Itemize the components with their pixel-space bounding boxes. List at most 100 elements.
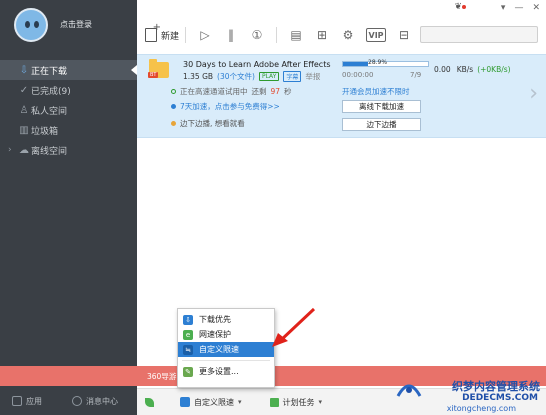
scheduled-task-label: 计划任务 [282, 397, 315, 407]
speed-unit: KB/s [456, 65, 474, 74]
sidebar-item-trash[interactable]: ▥ 垃圾箱 [0, 120, 137, 140]
sidebar-footer: 应用 消息中心 [0, 386, 137, 415]
task-size: 1.35 GB [183, 72, 214, 81]
avatar[interactable] [14, 8, 48, 42]
menu-item-label: 下载优先 [199, 315, 231, 324]
offline-accel-button[interactable]: 离线下载加速 [342, 100, 421, 113]
expand-caret-icon[interactable]: › [8, 145, 12, 155]
speed-limit-icon [180, 397, 190, 407]
speed-limit-label: 自定义限速 [194, 397, 234, 407]
person-icon: ♙ [19, 104, 29, 116]
apps-button[interactable]: 应用 [12, 396, 42, 407]
free-accel-text: 7天加速，点击参与免费得>> [180, 102, 280, 111]
toolbar: 新建 ▷ ‖ ① ▤ ⊞ ⚙ VIP ⊟ [137, 22, 546, 48]
pieces-count: 7/9 [410, 71, 422, 79]
chevron-right-icon[interactable]: › [529, 81, 538, 106]
promo-text: 360导游 [147, 371, 177, 381]
accel-status-text: 正在高速通道试用中 [180, 87, 248, 96]
menu-item-network-protect[interactable]: e 网速保护 [178, 327, 274, 342]
speed-readout: 0.00 KB/s (+0KB/s) [434, 65, 511, 74]
title-bar: ❦ ▾ — ✕ [137, 0, 546, 16]
sidebar-bottom: 应用 消息中心 [0, 387, 137, 415]
stream-dot-icon [171, 121, 176, 126]
message-icon [72, 396, 82, 406]
cloud-icon: ☁ [19, 144, 29, 156]
clipboard-icon[interactable]: ▤ [288, 27, 304, 43]
speed-bonus: (+0KB/s) [477, 65, 511, 74]
progress-fill [343, 62, 368, 66]
play-tag[interactable]: PLAY [258, 72, 280, 81]
search-input[interactable] [420, 26, 538, 43]
chevron-down-icon: ▾ [238, 398, 242, 406]
profile-area: 点击登录 [0, 0, 137, 60]
settings-icon[interactable]: ⚙ [340, 27, 356, 43]
one-icon[interactable]: ① [249, 27, 265, 43]
new-task-button[interactable]: 新建 [145, 22, 180, 42]
sidebar-item-label: 垃圾箱 [31, 126, 59, 137]
bt-badge: BT [148, 72, 159, 78]
apps-icon [12, 396, 22, 406]
pause-icon[interactable]: ‖ [223, 27, 239, 43]
delete-icon[interactable]: ⊟ [396, 27, 412, 43]
status-bar: 自定义限速 ▾ 计划任务 ▾ [137, 388, 546, 415]
download-task-row[interactable]: BT 30 Days to Learn Adobe After Effects … [137, 54, 546, 138]
menu-item-label: 自定义限速 [199, 345, 239, 354]
free-accel-promo[interactable]: 7天加速，点击参与免费得>> [171, 101, 280, 112]
notification-dot [462, 5, 466, 9]
member-accel-link[interactable]: 开通会员加速不限时 [342, 86, 410, 97]
message-center-label: 消息中心 [86, 396, 118, 406]
window-controls: ▾ — ✕ [501, 3, 540, 13]
sidebar-item-label: 离线空间 [31, 146, 68, 157]
menu-item-custom-limit[interactable]: ≒ 自定义限速 [178, 342, 274, 357]
grid-icon[interactable]: ⊞ [314, 27, 330, 43]
play-icon[interactable]: ▷ [197, 27, 213, 43]
sidebar-item-label: 已完成(9) [31, 86, 71, 97]
progress-percent: 28.9% [368, 59, 388, 66]
check-circle-icon: ✓ [19, 84, 29, 96]
new-task-label: 新建 [161, 31, 180, 42]
task-file-count[interactable]: (30个文件) [217, 71, 255, 82]
stream-play-button[interactable]: 边下边播 [342, 118, 421, 131]
speed-limit-button[interactable]: 自定义限速 ▾ [180, 397, 242, 408]
minimize-icon[interactable]: — [514, 3, 523, 13]
apps-label: 应用 [26, 396, 42, 406]
sidebar: 点击登录 ⇩ 正在下载 ✓ 已完成(9) ♙ 私人空间 ▥ 垃圾箱 › ☁ 离线… [0, 0, 137, 415]
annotation-arrow [272, 307, 316, 347]
toolbar-divider [185, 27, 187, 43]
trash-icon: ▥ [19, 124, 29, 136]
message-center-button[interactable]: 消息中心 [72, 396, 118, 407]
skin-icon[interactable]: ❦ [454, 2, 462, 12]
task-meta: 1.35 GB (30个文件) PLAY 字幕 举报 [183, 71, 320, 82]
download-priority-icon: ⇩ [183, 314, 193, 325]
sidebar-item-offline[interactable]: › ☁ 离线空间 [0, 140, 137, 160]
new-file-icon [145, 22, 161, 42]
accel-remaining-label: 还剩 [251, 87, 267, 96]
sidebar-item-downloading[interactable]: ⇩ 正在下载 [0, 60, 137, 80]
speed-limit-icon: ≒ [183, 344, 193, 355]
stream-promo: 边下边播, 想看就看 [171, 118, 245, 129]
sidebar-nav: ⇩ 正在下载 ✓ 已完成(9) ♙ 私人空间 ▥ 垃圾箱 › ☁ 离线空间 [0, 60, 137, 160]
wrench-icon: ✎ [183, 366, 193, 377]
shield-icon: e [183, 329, 193, 340]
speed-mode-menu: ⇩ 下载优先 e 网速保护 ≒ 自定义限速 ✎ 更多设置... [177, 308, 275, 388]
subtitle-tag[interactable]: 字幕 [283, 71, 302, 82]
login-link[interactable]: 点击登录 [60, 19, 92, 30]
menu-item-download-priority[interactable]: ⇩ 下载优先 [178, 312, 274, 327]
scheduled-task-button[interactable]: 计划任务 ▾ [269, 397, 322, 408]
speed-value: 0.00 [434, 65, 451, 74]
menu-down-icon[interactable]: ▾ [501, 3, 506, 13]
vip-icon[interactable]: VIP [366, 28, 387, 42]
menu-item-label: 网速保护 [199, 330, 231, 339]
accel-status: 正在高速通道试用中 还剩 97 秒 [171, 86, 292, 97]
app-window: 点击登录 ⇩ 正在下载 ✓ 已完成(9) ♙ 私人空间 ▥ 垃圾箱 › ☁ 离线… [0, 0, 546, 415]
report-link[interactable]: 举报 [305, 71, 320, 82]
menu-item-label: 更多设置... [199, 367, 239, 376]
sidebar-item-private[interactable]: ♙ 私人空间 [0, 100, 137, 120]
menu-item-more-settings[interactable]: ✎ 更多设置... [178, 364, 274, 379]
promo-bar-left [0, 366, 137, 386]
leaf-icon[interactable] [145, 397, 154, 407]
close-icon[interactable]: ✕ [532, 3, 540, 13]
accel-seconds-unit: 秒 [284, 87, 292, 96]
promo-dot-icon [171, 104, 176, 109]
sidebar-item-completed[interactable]: ✓ 已完成(9) [0, 80, 137, 100]
